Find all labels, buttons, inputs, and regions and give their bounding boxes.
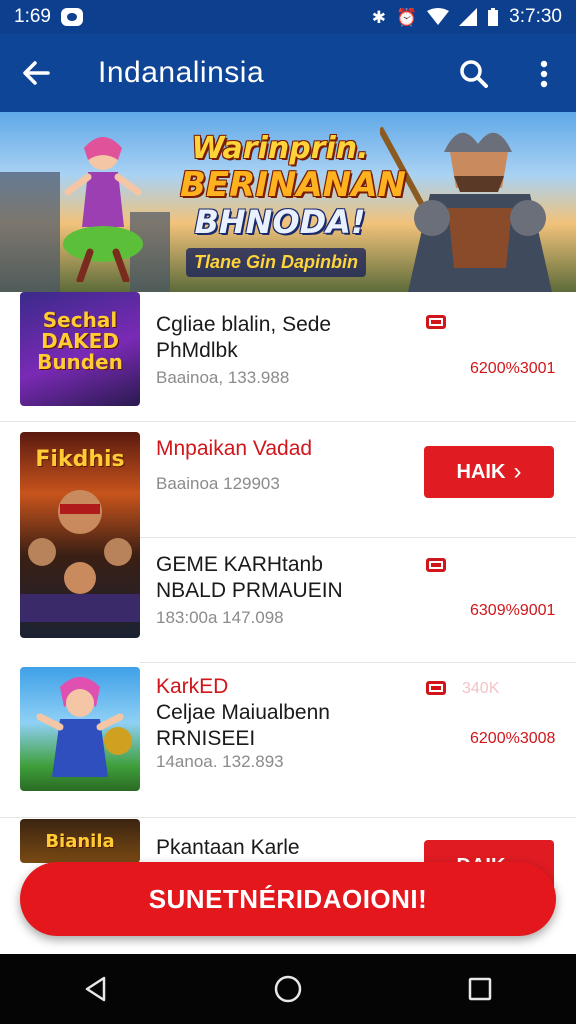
game-meta: Baainoa 129903 <box>156 474 280 493</box>
back-triangle-icon <box>85 976 106 1002</box>
get-button-label: HAIK <box>456 460 506 483</box>
status-time: 1:69 <box>14 6 51 27</box>
game-price: 6200%3008 <box>470 730 556 747</box>
alarm-icon: ⏰ <box>396 7 418 27</box>
thumbnail-title: Fikdhis <box>35 447 125 472</box>
game-name[interactable]: GEME KARHtanb NBALD PRMAUEIN <box>156 552 396 604</box>
battery-icon <box>488 8 499 26</box>
game-label: KarkED <box>156 675 229 698</box>
more-options-button[interactable] <box>522 50 566 98</box>
game-thumbnail[interactable]: Fikdhis <box>20 432 140 638</box>
promo-banner[interactable]: Warinprin. BERINANAN BHNODA! Tlane Gin D… <box>0 112 576 292</box>
bluetooth-icon: ✱ <box>371 7 386 27</box>
app-bar: Indanalinsia <box>0 34 576 112</box>
status-bar: 1:69 ✱ ⏰ 3:7:30 <box>0 0 576 34</box>
warrior-character-art <box>380 126 552 292</box>
heroine-art <box>36 677 132 777</box>
badge-icon <box>426 681 446 695</box>
game-thumbnail[interactable] <box>20 667 140 791</box>
nav-home-button[interactable] <box>258 959 318 1019</box>
chevron-right-icon: › <box>513 458 522 485</box>
badge-icon <box>426 315 446 329</box>
list-item[interactable]: Fikdhis Mnpaikan Vadad Baainoa 129903 HA… <box>0 432 576 638</box>
more-vert-icon <box>540 60 548 88</box>
characters-art <box>20 490 140 622</box>
game-name[interactable]: Cgliae blalin, Sede PhMdlbk <box>156 312 406 364</box>
banner-tagline: Tlane Gin Dapinbin <box>186 248 367 277</box>
game-thumbnail[interactable]: Sechal DAKED Bunden <box>20 292 140 406</box>
game-name[interactable]: Mnpaikan Vadad <box>156 436 312 462</box>
notification-icon <box>60 8 83 26</box>
search-icon <box>460 60 488 88</box>
game-meta: Baainoa, 133.988 <box>156 368 290 387</box>
home-circle-icon <box>274 975 302 1003</box>
banner-line-1: Warinprin. <box>191 131 369 166</box>
status-clock: 3:7:30 <box>509 6 562 27</box>
game-list[interactable]: Sechal DAKED Bunden Cgliae blalin, Sede … <box>0 292 576 954</box>
back-button[interactable] <box>0 34 72 112</box>
heroine-character-art <box>63 137 143 282</box>
banner-line-2: BERINANAN <box>180 165 406 205</box>
list-item[interactable]: KarkED Celjae Maiualbenn RRNISEEI 14anoa… <box>0 664 576 818</box>
list-item[interactable]: Sechal DAKED Bunden Cgliae blalin, Sede … <box>0 292 576 422</box>
game-meta: 14anoa. 132.893 <box>156 752 284 771</box>
faint-label: 340K <box>462 680 500 697</box>
system-nav-bar <box>0 954 576 1024</box>
search-button[interactable] <box>450 50 498 98</box>
nav-recents-button[interactable] <box>450 959 510 1019</box>
badge-icon <box>426 558 446 572</box>
game-price: 6309%9001 <box>470 602 556 619</box>
thumbnail-title: Bianila <box>45 831 115 852</box>
game-thumbnail[interactable]: Bianila <box>20 819 140 863</box>
game-price: 6200%3001 <box>470 360 556 377</box>
thumbnail-title: Sechal DAKED Bunden <box>37 308 123 374</box>
list-item[interactable]: GEME KARHtanb NBALD PRMAUEIN 183:00a 147… <box>140 537 576 663</box>
game-meta: 183:00a 147.098 <box>156 608 284 627</box>
subscribe-action-button[interactable]: SUNETNÉRIDAOIONI! <box>20 862 556 936</box>
castle-silhouette <box>0 172 60 292</box>
back-arrow-icon <box>23 61 50 85</box>
get-button[interactable]: HAIK › <box>424 446 554 498</box>
signal-icon <box>459 8 478 26</box>
page-title: Indanalinsia <box>98 56 265 89</box>
banner-headline: Warinprin. BERINANAN BHNODA! <box>180 131 406 241</box>
recents-square-icon <box>468 977 492 1001</box>
banner-line-3: BHNODA! <box>194 203 366 241</box>
wifi-icon <box>427 8 450 25</box>
game-name[interactable]: Pkantaan Karle <box>156 835 300 861</box>
game-name[interactable]: Celjae Maiualbenn RRNISEEI <box>156 700 396 752</box>
nav-back-button[interactable] <box>66 959 126 1019</box>
